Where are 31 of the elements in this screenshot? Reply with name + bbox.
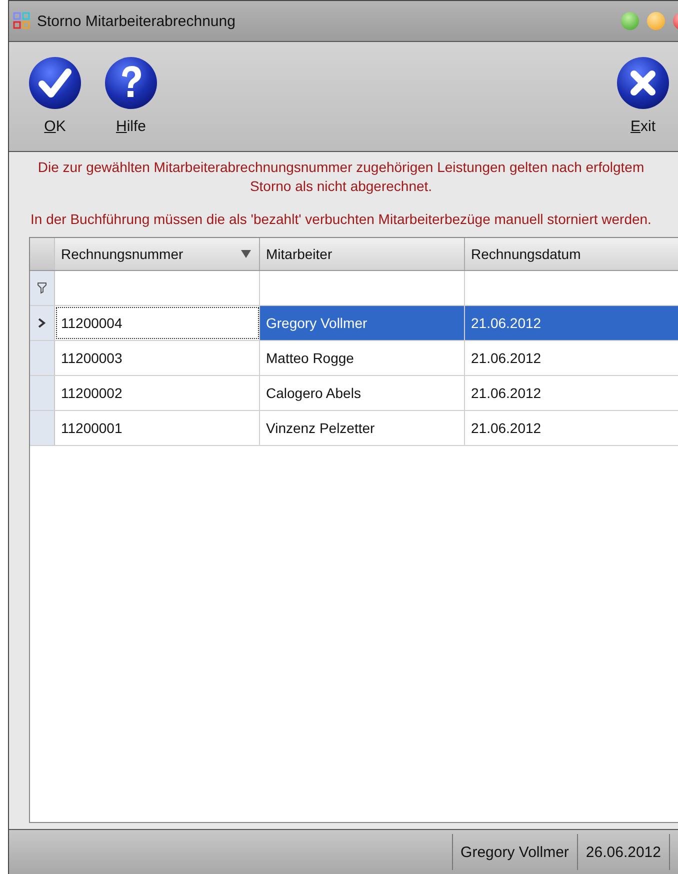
warning-message: Die zur gewählten Mitarbeiterabrechnungsnummer zugehörigen Leistungen gelten nach erfolgtem Storno als nicht abgerechnet. xyxy=(36,158,646,196)
table-cell[interactable]: 21.06.2012 xyxy=(465,376,678,410)
minimize-button[interactable] xyxy=(647,12,665,30)
close-icon xyxy=(615,56,671,112)
window-title: Storno Mitarbeiterabrechnung xyxy=(37,12,236,30)
toolbar-button[interactable]: Exit xyxy=(613,42,673,151)
table-cell[interactable]: 21.06.2012 xyxy=(465,341,678,375)
app-icon xyxy=(13,12,31,30)
table-cell[interactable]: 21.06.2012 xyxy=(465,306,678,340)
row-indicator-icon xyxy=(38,318,46,328)
table-cell[interactable]: 11200001 xyxy=(55,411,260,445)
status-user: Gregory Vollmer xyxy=(452,834,577,870)
checkmark-icon xyxy=(27,56,83,112)
column-header[interactable]: Mitarbeiter xyxy=(260,238,465,270)
toolbar-button[interactable]: OK xyxy=(25,42,85,151)
row-selector[interactable] xyxy=(30,306,55,340)
warning-message: In der Buchführung müssen die als 'bezahlt' verbuchten Mitarbeiterbezüge manuell storniert werden. xyxy=(30,210,652,229)
filter-icon[interactable] xyxy=(37,282,47,294)
table-cell[interactable]: 21.06.2012 xyxy=(465,411,678,445)
help-icon xyxy=(103,56,159,112)
column-header[interactable]: Rechnungsdatum xyxy=(465,238,678,270)
column-header[interactable]: Rechnungsnummer xyxy=(55,238,260,270)
table-cell[interactable]: Calogero Abels xyxy=(260,376,465,410)
toolbar-button[interactable]: Hilfe xyxy=(101,42,161,151)
table-cell[interactable]: Gregory Vollmer xyxy=(260,306,465,340)
table-cell[interactable]: 11200003 xyxy=(55,341,260,375)
status-date: 26.06.2012 xyxy=(576,834,670,870)
table-cell[interactable]: Matteo Rogge xyxy=(260,341,465,375)
table-cell[interactable]: 11200002 xyxy=(55,376,260,410)
table-cell[interactable]: Vinzenz Pelzetter xyxy=(260,411,465,445)
maximize-button[interactable] xyxy=(621,12,639,30)
